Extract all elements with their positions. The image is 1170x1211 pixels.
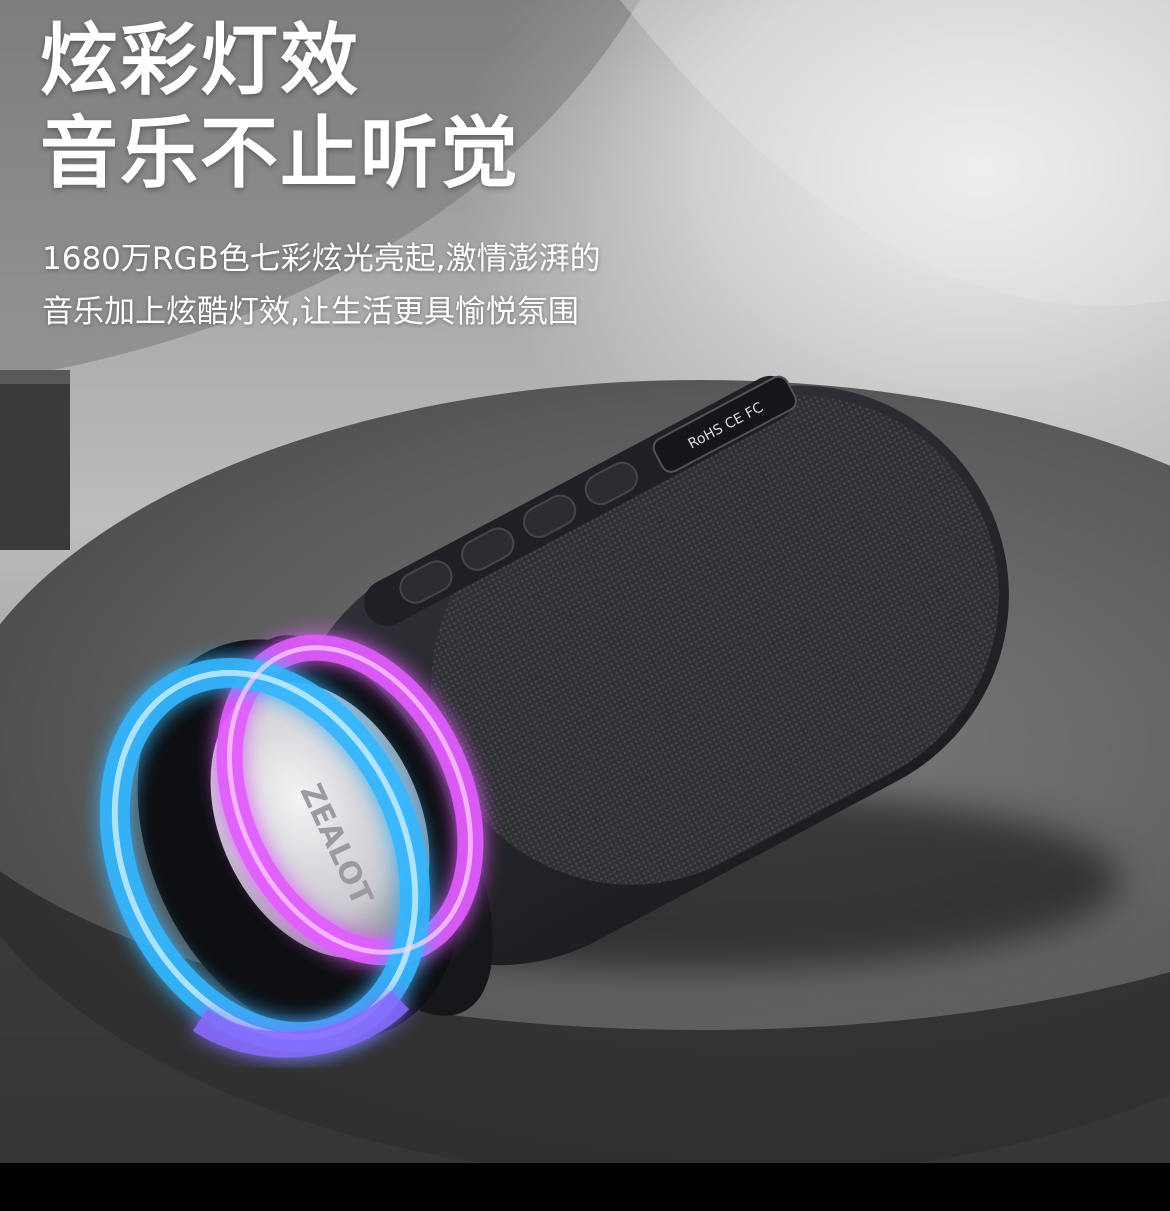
- description-line-2: 音乐加上炫酷灯效,让生活更具愉悦氛围: [42, 294, 579, 330]
- description-line-1: 1680万RGB色七彩炫光亮起,激情澎湃的: [42, 241, 601, 277]
- bottom-black-bar: [0, 1163, 1170, 1211]
- pillar-top: [0, 370, 70, 384]
- pillar: [0, 370, 70, 550]
- headline-line-1: 炫彩灯效: [40, 16, 361, 106]
- headline-line-2: 音乐不止听觉: [40, 109, 521, 199]
- wall-highlight: [620, 0, 1170, 306]
- product-photo: RoHS CE FC ZEALOT 炫彩灯效 音乐不止听觉 1680万RGB色七…: [0, 0, 1170, 1163]
